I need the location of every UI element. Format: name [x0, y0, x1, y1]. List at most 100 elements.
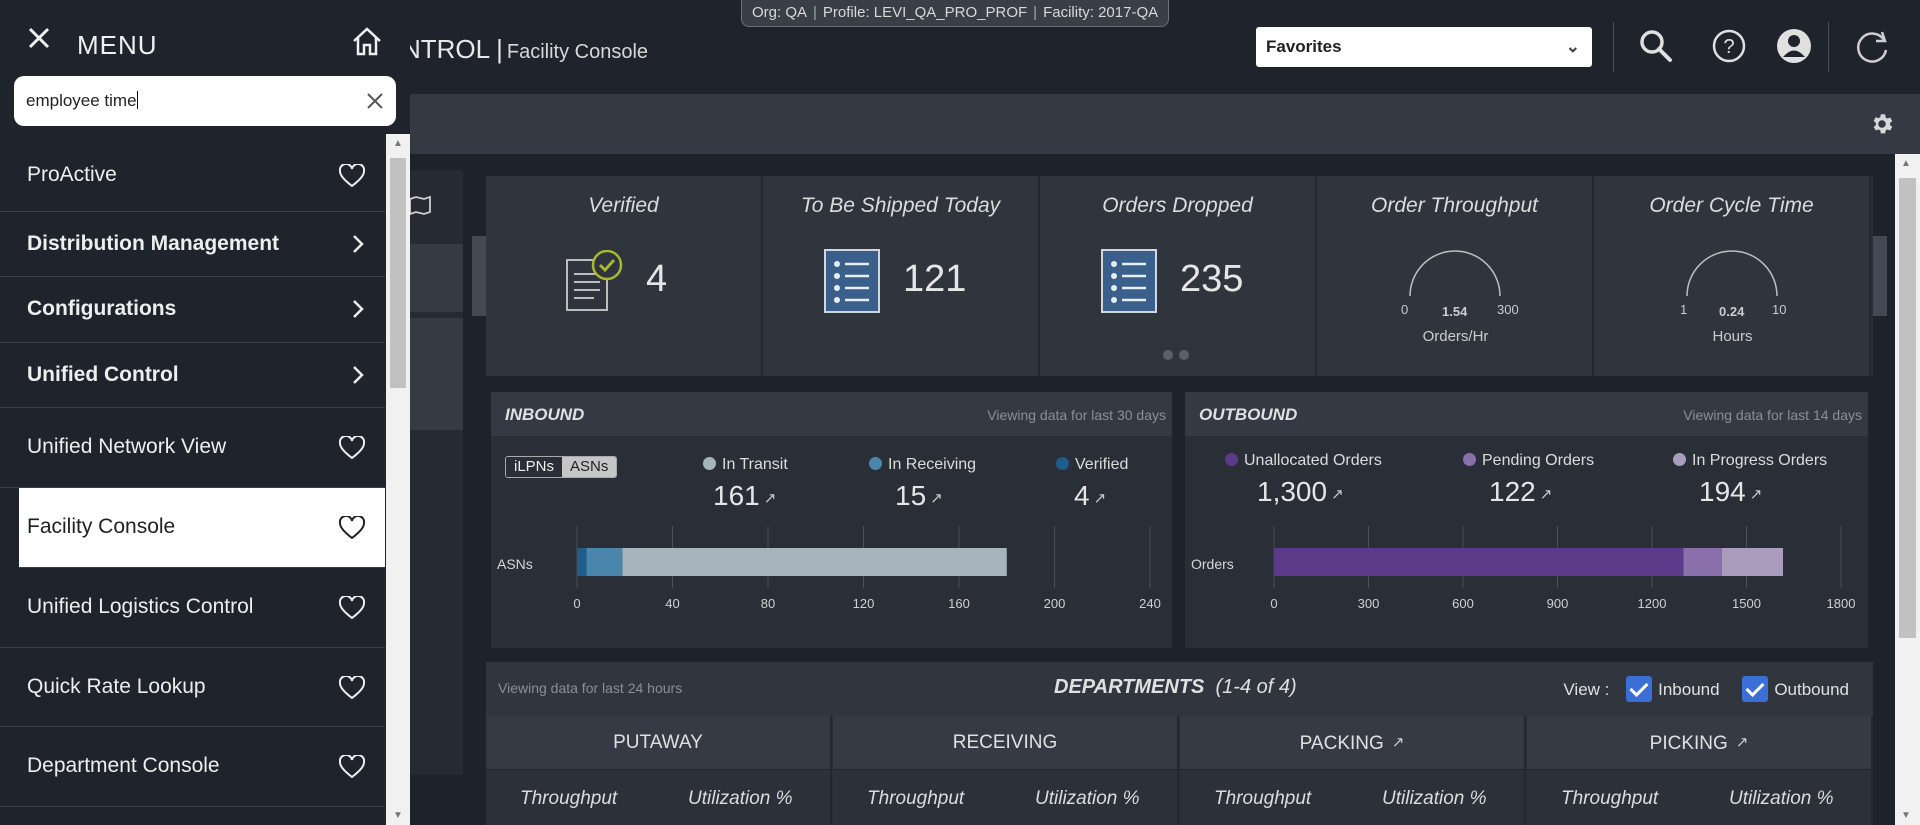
chevron-right-icon[interactable]: [351, 298, 365, 325]
stat-pending[interactable]: Pending Orders 122 ↗: [1463, 452, 1594, 508]
menu-scrollbar[interactable]: ▲ ▼: [386, 134, 410, 825]
org-label: Org: QA: [752, 4, 808, 21]
dept-col-throughput: Throughput: [1214, 788, 1312, 809]
departments-title: DEPARTMENTS (1-4 of 4): [1054, 676, 1297, 699]
stat-in-transit[interactable]: In Transit 161 ↗: [703, 456, 788, 512]
menu-item[interactable]: Facility Console: [19, 488, 385, 568]
chevron-right-icon[interactable]: [351, 233, 365, 260]
toggle-asns[interactable]: ASNs: [562, 457, 617, 477]
carousel-dots[interactable]: [1163, 347, 1195, 365]
gauge-icon: [1409, 250, 1501, 297]
carousel-dot[interactable]: [1163, 350, 1173, 360]
external-link-icon[interactable]: ↗: [1736, 734, 1749, 751]
menu-item[interactable]: Unified Control: [0, 343, 385, 408]
toggle-ilpns[interactable]: iLPNs: [506, 457, 563, 477]
card-to-be-shipped[interactable]: To Be Shipped Today 121: [763, 176, 1040, 376]
scroll-down-icon[interactable]: ▼: [393, 810, 403, 821]
chevron-right-icon[interactable]: [351, 364, 365, 391]
external-link-icon[interactable]: ↗: [1750, 486, 1763, 503]
scroll-down-icon[interactable]: ▼: [1901, 810, 1911, 821]
heart-icon[interactable]: [338, 674, 366, 705]
menu-item[interactable]: ProActive: [0, 140, 385, 212]
stat-label: In Receiving: [888, 456, 977, 473]
card-verified[interactable]: Verified 4: [486, 176, 763, 376]
menu-item[interactable]: Quick Rate Lookup: [0, 648, 385, 727]
bar-segment[interactable]: [1274, 548, 1684, 576]
dept-receiving[interactable]: RECEIVING Throughput Utilization %: [833, 716, 1179, 825]
bar-segment[interactable]: [622, 548, 1007, 576]
bar-segment[interactable]: [577, 548, 587, 576]
map-icon[interactable]: [407, 190, 433, 216]
outbound-note: Viewing data for last 14 days: [1683, 407, 1862, 423]
tick-label: 0: [573, 596, 580, 611]
stat-in-progress[interactable]: In Progress Orders 194 ↗: [1673, 452, 1827, 508]
card-orders-dropped[interactable]: Orders Dropped 235: [1040, 176, 1317, 376]
clear-search-icon[interactable]: [366, 92, 384, 110]
card-value: 4: [646, 258, 668, 300]
refresh-icon[interactable]: [1852, 26, 1892, 66]
external-link-icon[interactable]: ↗: [1331, 486, 1344, 503]
external-link-icon[interactable]: ↗: [930, 490, 943, 507]
svg-text:?: ?: [1723, 36, 1734, 58]
dept-picking[interactable]: PICKING ↗ Throughput Utilization %: [1527, 716, 1873, 825]
user-icon[interactable]: [1774, 26, 1814, 66]
menu-item[interactable]: Unified Logistics Control: [0, 568, 385, 648]
document-check-icon: [566, 250, 623, 311]
search-icon[interactable]: [1636, 26, 1676, 66]
menu-item-label: Unified Control: [27, 362, 179, 386]
menu-item[interactable]: Unified Network View: [0, 408, 385, 488]
external-link-icon[interactable]: ↗: [1540, 486, 1553, 503]
scroll-up-icon[interactable]: ▲: [393, 138, 403, 149]
menu-item[interactable]: Distribution Management: [0, 212, 385, 277]
external-link-icon[interactable]: ↗: [1392, 734, 1405, 751]
favorites-dropdown[interactable]: Favorites ⌄: [1256, 27, 1592, 67]
inbound-panel: INBOUND Viewing data for last 30 days iL…: [491, 392, 1172, 648]
heart-icon[interactable]: [338, 594, 366, 625]
bar-segment[interactable]: [1721, 548, 1784, 576]
stat-value: 15: [895, 480, 927, 511]
heart-icon[interactable]: [338, 162, 366, 193]
gear-icon[interactable]: [1869, 111, 1895, 137]
home-icon[interactable]: [350, 24, 384, 58]
external-link-icon[interactable]: ↗: [764, 490, 777, 507]
stat-in-receiving[interactable]: In Receiving 15 ↗: [869, 456, 976, 512]
external-link-icon[interactable]: ↗: [1094, 490, 1107, 507]
scroll-thumb[interactable]: [1899, 178, 1916, 638]
inbound-toggle[interactable]: iLPNs ASNs: [505, 456, 618, 478]
carousel-dot[interactable]: [1179, 350, 1189, 360]
bar-segment[interactable]: [586, 548, 623, 576]
scroll-up-icon[interactable]: ▲: [1901, 158, 1911, 169]
help-icon[interactable]: ?: [1709, 26, 1749, 66]
tick-label: 1500: [1732, 596, 1761, 611]
heart-icon[interactable]: [338, 514, 366, 545]
stat-verified[interactable]: Verified 4 ↗: [1056, 456, 1128, 512]
tick-label: 600: [1452, 596, 1474, 611]
dept-packing[interactable]: PACKING ↗ Throughput Utilization %: [1180, 716, 1526, 825]
departments-view: View : Inbound Outbound: [1563, 676, 1849, 702]
favorites-label: Favorites: [1266, 37, 1342, 56]
stat-label: In Transit: [722, 456, 788, 473]
stat-unallocated[interactable]: Unallocated Orders 1,300 ↗: [1225, 452, 1382, 508]
close-icon[interactable]: [28, 27, 50, 49]
outbound-checkbox-label[interactable]: Outbound: [1774, 680, 1849, 699]
page-scrollbar[interactable]: ▲ ▼: [1895, 154, 1920, 825]
context-bar[interactable]: Org: QA | Profile: LEVI_QA_PRO_PROF | Facili…: [741, 0, 1170, 27]
heart-icon[interactable]: [338, 753, 366, 784]
menu-item[interactable]: Configurations: [0, 277, 385, 343]
scroll-thumb[interactable]: [390, 158, 406, 388]
card-order-cycle-time[interactable]: Order Cycle Time 1 0.24 10 Hours: [1594, 176, 1871, 376]
card-value: 121: [903, 258, 967, 300]
dept-header: PACKING ↗: [1180, 716, 1524, 770]
menu-item[interactable]: Department Console: [0, 727, 385, 807]
heart-icon[interactable]: [338, 434, 366, 465]
bar-segment[interactable]: [1683, 548, 1722, 576]
inbound-checkbox[interactable]: [1626, 676, 1653, 702]
tick-label: 900: [1547, 596, 1569, 611]
inbound-checkbox-label[interactable]: Inbound: [1658, 680, 1719, 699]
dept-name: PICKING: [1649, 733, 1728, 754]
dept-putaway[interactable]: PUTAWAY Throughput Utilization %: [486, 716, 832, 825]
menu-search-input[interactable]: employee time: [14, 76, 396, 126]
gauge-max: 300: [1497, 302, 1519, 317]
outbound-checkbox[interactable]: [1742, 676, 1769, 702]
card-order-throughput[interactable]: Order Throughput 0 1.54 300 Orders/Hr: [1317, 176, 1594, 376]
